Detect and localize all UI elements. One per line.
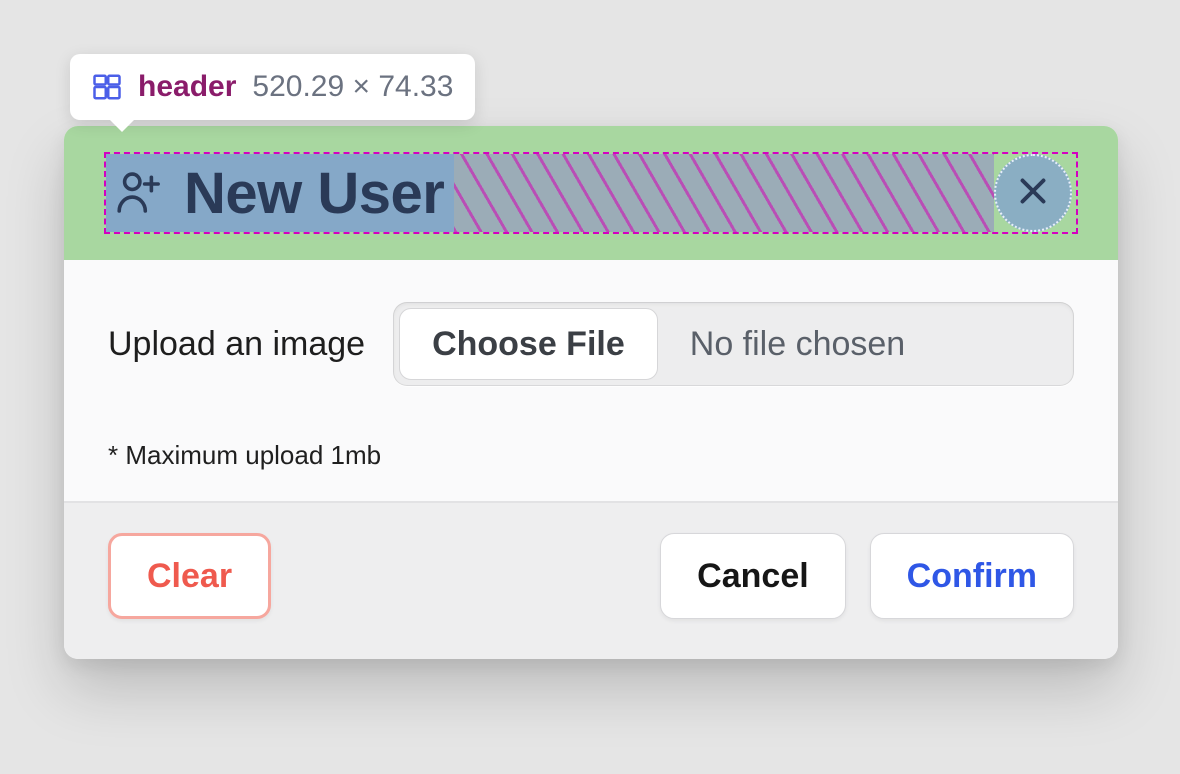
cancel-button[interactable]: Cancel bbox=[660, 533, 846, 619]
file-input[interactable]: Choose File No file chosen bbox=[393, 302, 1074, 386]
new-user-dialog: New User Upload an image Choose File No … bbox=[64, 126, 1118, 659]
header-content: New User bbox=[106, 154, 454, 232]
close-button[interactable] bbox=[994, 154, 1072, 232]
dialog-title: New User bbox=[184, 160, 444, 227]
dialog-footer: Clear Cancel Confirm bbox=[64, 501, 1118, 659]
layout-icon bbox=[92, 72, 122, 102]
dialog-header: New User bbox=[104, 152, 1078, 234]
confirm-button[interactable]: Confirm bbox=[870, 533, 1074, 619]
clear-button[interactable]: Clear bbox=[108, 533, 271, 619]
close-icon bbox=[1015, 173, 1051, 214]
upload-row: Upload an image Choose File No file chos… bbox=[108, 302, 1074, 386]
upload-label: Upload an image bbox=[108, 325, 365, 364]
dialog-header-highlight: New User bbox=[64, 126, 1118, 260]
devtools-tooltip: header 520.29 × 74.33 bbox=[70, 54, 475, 120]
user-plus-icon bbox=[112, 166, 166, 220]
upload-hint: * Maximum upload 1mb bbox=[108, 440, 1074, 471]
tooltip-dimensions: 520.29 × 74.33 bbox=[252, 70, 453, 104]
choose-file-button[interactable]: Choose File bbox=[399, 308, 658, 380]
dialog-body: Upload an image Choose File No file chos… bbox=[64, 260, 1118, 501]
header-flex-gap-highlight bbox=[454, 154, 994, 232]
tooltip-element-name: header bbox=[138, 70, 236, 104]
file-status: No file chosen bbox=[664, 302, 1074, 386]
